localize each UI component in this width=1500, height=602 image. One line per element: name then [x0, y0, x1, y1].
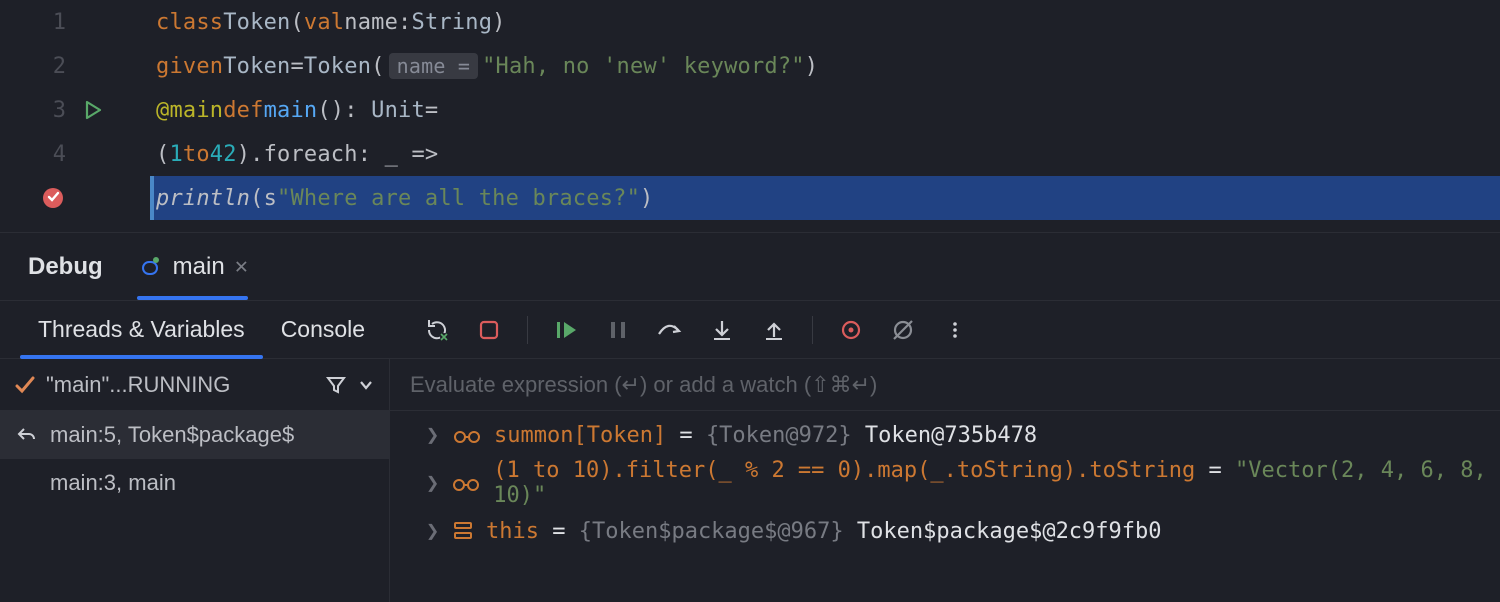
close-icon[interactable]: ✕ — [235, 254, 248, 279]
variables-panel: Evaluate expression (↵) or add a watch (… — [390, 359, 1500, 602]
tab-console[interactable]: Console — [263, 301, 383, 358]
code-line: @main def main(): Unit = — [150, 88, 1500, 132]
struct-icon — [452, 520, 474, 542]
debug-toolbar: Threads & Variables Console — [0, 300, 1500, 358]
frames-panel: "main"...RUNNING main:5, Token$package$ … — [0, 359, 390, 602]
code-line: given Token = Token(name ="Hah, no 'new'… — [150, 44, 1500, 88]
debug-tool-window-header: Debug main ✕ — [0, 232, 1500, 300]
step-out-icon[interactable] — [760, 316, 788, 344]
resume-icon[interactable] — [552, 316, 580, 344]
chevron-down-icon[interactable] — [357, 376, 375, 394]
variable-row[interactable]: ❯ summon[Token] = {Token@972} Token@735b… — [390, 411, 1500, 459]
rerun-icon[interactable] — [423, 316, 451, 344]
line-number: 3 — [0, 98, 76, 123]
line-number: 4 — [0, 142, 76, 167]
undo-icon — [16, 424, 38, 446]
glasses-icon — [452, 425, 482, 445]
pause-icon[interactable] — [604, 316, 632, 344]
more-icon[interactable] — [941, 316, 969, 344]
step-over-icon[interactable] — [656, 316, 684, 344]
line-number: 2 — [0, 54, 76, 79]
debug-title: Debug — [28, 253, 103, 281]
line-number: 1 — [0, 10, 76, 35]
variable-row[interactable]: ❯ (1 to 10).filter(_ % 2 == 0).map(_.toS… — [390, 459, 1500, 507]
chevron-right-icon: ❯ — [426, 423, 440, 448]
code-line: (1 to 42).foreach: _ => — [150, 132, 1500, 176]
chevron-right-icon: ❯ — [426, 519, 440, 544]
breakpoint-icon[interactable] — [36, 185, 70, 211]
filter-icon[interactable] — [325, 374, 347, 396]
mute-breakpoints-icon[interactable] — [889, 316, 917, 344]
code-editor: 1 2 3 4 class Token(val name: String) gi… — [0, 0, 1500, 232]
code-line: class Token(val name: String) — [150, 0, 1500, 44]
check-icon — [14, 374, 36, 396]
code-line-current: println(s"Where are all the braces?") — [150, 176, 1500, 220]
thread-status-text: "main"...RUNNING — [46, 372, 230, 398]
bug-icon — [137, 254, 163, 280]
gutter: 1 2 3 4 — [0, 0, 150, 232]
evaluate-expression-input[interactable]: Evaluate expression (↵) or add a watch (… — [390, 359, 1500, 411]
code-area[interactable]: class Token(val name: String) given Toke… — [150, 0, 1500, 232]
tab-threads-variables[interactable]: Threads & Variables — [20, 301, 263, 358]
run-gutter-icon[interactable] — [76, 100, 110, 120]
debug-session-tab[interactable]: main ✕ — [137, 233, 248, 300]
stack-frame[interactable]: main:5, Token$package$ — [0, 411, 389, 459]
stack-frame[interactable]: main:3, main — [0, 459, 389, 507]
stop-icon[interactable] — [475, 316, 503, 344]
debug-session-label: main — [173, 253, 225, 281]
thread-status-row[interactable]: "main"...RUNNING — [0, 359, 389, 411]
chevron-right-icon: ❯ — [426, 471, 439, 496]
view-breakpoints-icon[interactable] — [837, 316, 865, 344]
glasses-icon — [451, 473, 481, 493]
step-into-icon[interactable] — [708, 316, 736, 344]
stack-frame-label: main:5, Token$package$ — [50, 422, 294, 448]
variable-row[interactable]: ❯ this = {Token$package$@967} Token$pack… — [390, 507, 1500, 555]
debug-content: "main"...RUNNING main:5, Token$package$ … — [0, 358, 1500, 602]
stack-frame-label: main:3, main — [50, 470, 176, 496]
inlay-hint: name = — [389, 53, 478, 79]
